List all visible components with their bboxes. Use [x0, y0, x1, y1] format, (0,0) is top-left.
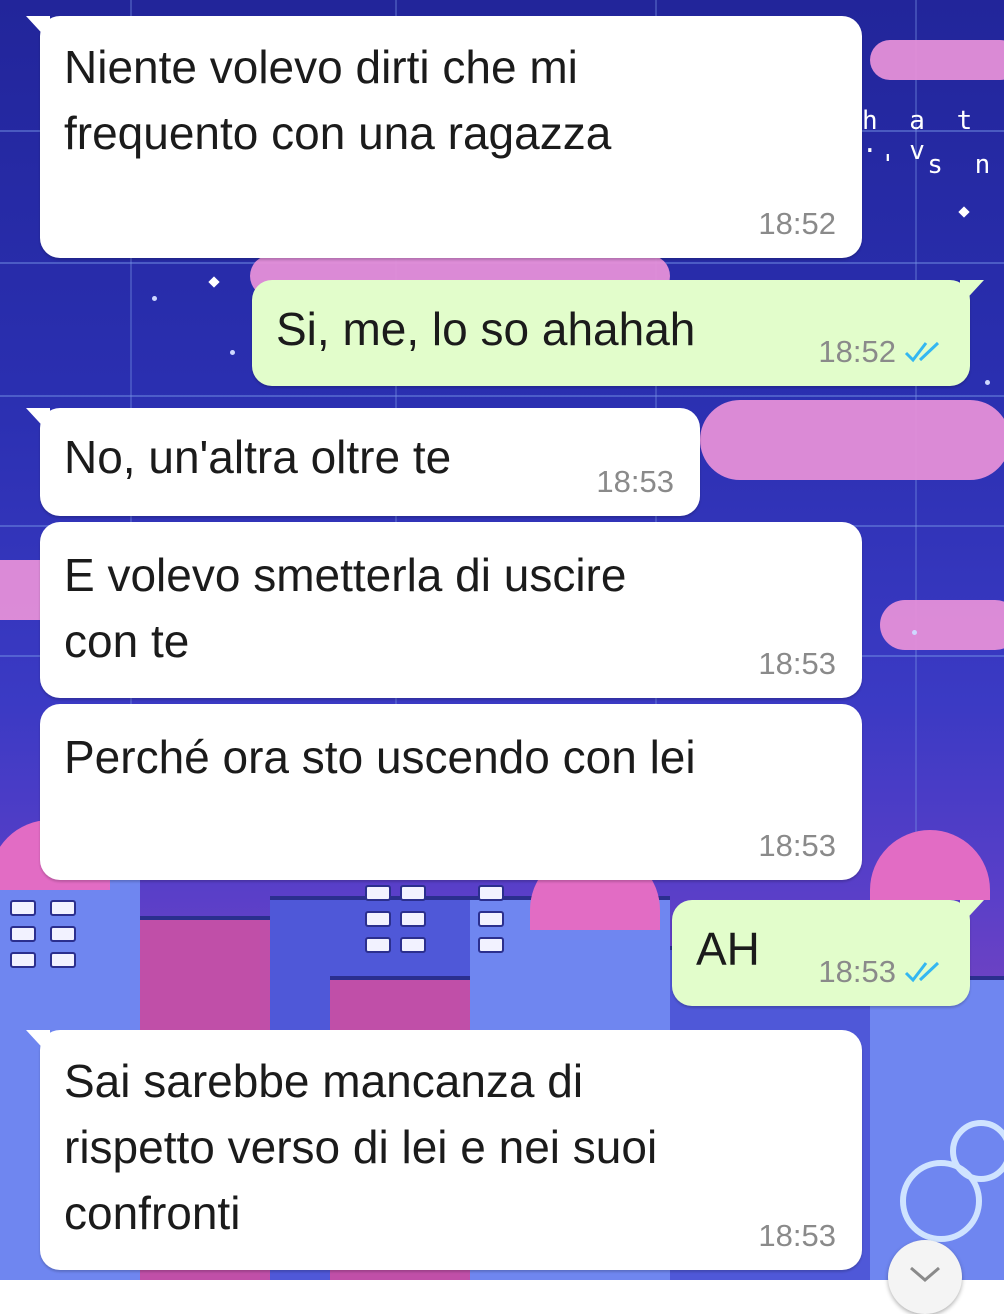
bubble-tail — [960, 900, 984, 926]
wallpaper-windows — [10, 900, 36, 968]
incoming-message-bubble[interactable]: No, un'altra oltre te 18:53 — [26, 408, 700, 516]
message-text: Si, me, lo so ahahah — [276, 303, 696, 355]
incoming-message-bubble[interactable]: Perché ora sto uscendo con lei 18:53 — [40, 704, 862, 880]
message-text: Perché ora sto uscendo con lei — [64, 731, 696, 783]
wallpaper-windows — [365, 885, 391, 953]
message-text: Sai sarebbe mancanza di rispetto verso d… — [64, 1055, 658, 1239]
wallpaper-text: ' s n — [880, 150, 999, 180]
wallpaper-star — [958, 206, 970, 218]
wallpaper-dome — [870, 830, 990, 900]
wallpaper-cloud — [880, 600, 1004, 650]
wallpaper-dot — [152, 296, 157, 301]
wallpaper-dot — [230, 350, 235, 355]
message-timestamp: 18:53 — [758, 828, 836, 863]
message-timestamp: 18:52 — [818, 334, 944, 370]
outgoing-message-bubble[interactable]: Si, me, lo so ahahah 18:52 — [252, 280, 984, 386]
wallpaper-windows — [400, 885, 426, 953]
message-text: E volevo smetterla di uscire con te — [64, 549, 627, 667]
message-text: No, un'altra oltre te — [64, 431, 452, 483]
incoming-message-bubble[interactable]: Sai sarebbe mancanza di rispetto verso d… — [26, 1030, 862, 1270]
incoming-message-bubble[interactable]: E volevo smetterla di uscire con te 18:5… — [40, 522, 862, 698]
incoming-message-bubble[interactable]: Niente volevo dirti che mi frequento con… — [26, 16, 862, 258]
wallpaper-cloud — [700, 400, 1004, 480]
message-timestamp: 18:53 — [818, 954, 944, 990]
message-timestamp: 18:53 — [758, 1218, 836, 1253]
wallpaper-windows — [50, 900, 76, 968]
message-timestamp: 18:53 — [758, 646, 836, 681]
message-timestamp: 18:52 — [758, 206, 836, 241]
wallpaper-cloud — [870, 40, 1004, 80]
bubble-tail — [26, 16, 50, 42]
outgoing-message-bubble[interactable]: AH 18:53 — [672, 900, 984, 1006]
wallpaper-grid-line — [0, 395, 1004, 397]
wallpaper-dot — [985, 380, 990, 385]
bubble-tail — [960, 280, 984, 306]
bubble-tail — [26, 1030, 50, 1056]
read-double-check-icon — [904, 341, 940, 363]
wallpaper-star — [208, 276, 220, 288]
message-timestamp: 18:53 — [596, 464, 674, 499]
wallpaper-dot — [912, 630, 917, 635]
scroll-to-bottom-button[interactable] — [888, 1240, 962, 1314]
message-text: AH — [696, 923, 760, 975]
wallpaper-swirl — [950, 1120, 1004, 1182]
wallpaper-windows — [478, 885, 504, 953]
read-double-check-icon — [904, 961, 940, 983]
bubble-tail — [26, 408, 50, 434]
message-text: Niente volevo dirti che mi frequento con… — [64, 41, 612, 159]
chevron-down-icon — [910, 1266, 940, 1282]
